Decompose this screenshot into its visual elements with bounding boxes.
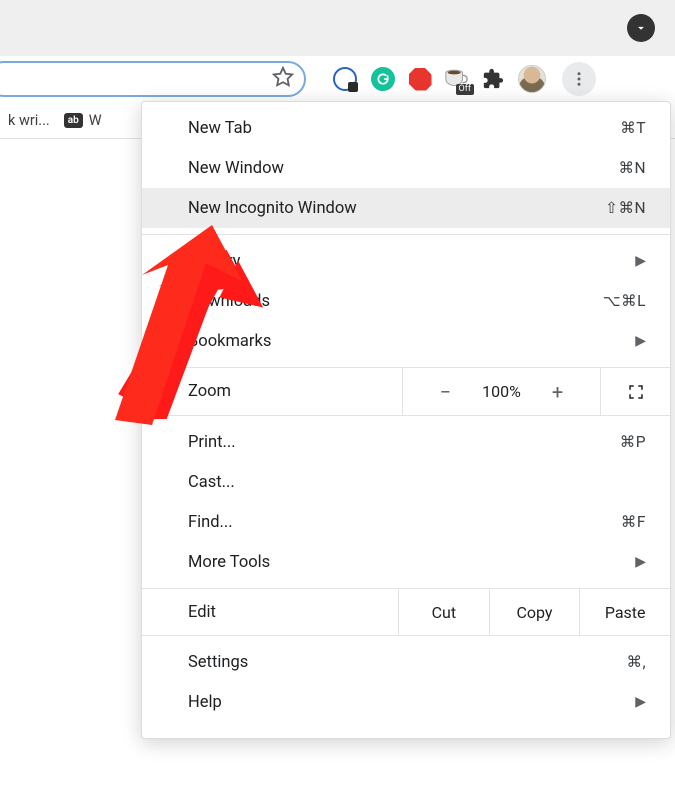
menu-settings[interactable]: Settings ⌘,	[142, 642, 670, 682]
menu-new-tab[interactable]: New Tab ⌘T	[142, 108, 670, 148]
address-bar[interactable]	[0, 61, 306, 97]
menu-edit-row: Edit Cut Copy Paste	[142, 588, 670, 636]
fullscreen-button[interactable]	[600, 368, 670, 415]
chrome-menu: New Tab ⌘T New Window ⌘N New Incognito W…	[141, 101, 671, 739]
zoom-label: Zoom	[142, 382, 402, 401]
chevron-right-icon: ▶	[635, 253, 646, 269]
zoom-value: 100%	[470, 382, 534, 401]
menu-cast[interactable]: Cast...	[142, 462, 670, 502]
bookmark-favicon: ab	[64, 113, 83, 128]
edit-cut-button[interactable]: Cut	[398, 589, 489, 635]
chevron-right-icon: ▶	[635, 694, 646, 710]
edit-copy-button[interactable]: Copy	[489, 589, 580, 635]
menu-find[interactable]: Find... ⌘F	[142, 502, 670, 542]
bookmark-item[interactable]: k wri...	[8, 112, 50, 129]
grammarly-icon[interactable]	[370, 66, 396, 92]
extension-icons: AB Off	[332, 62, 596, 96]
menu-downloads[interactable]: Downloads ⌥⌘L	[142, 281, 670, 321]
browser-toolbar: AB Off	[0, 56, 675, 102]
bookmark-label: k wri...	[8, 112, 50, 129]
menu-zoom-row: Zoom − 100% +	[142, 367, 670, 415]
menu-new-window[interactable]: New Window ⌘N	[142, 148, 670, 188]
extension-icon-1[interactable]	[332, 66, 358, 92]
banner-close-button[interactable]	[627, 14, 655, 42]
top-banner	[0, 0, 675, 56]
menu-new-incognito-window[interactable]: New Incognito Window ⇧⌘N	[142, 188, 670, 228]
chevron-right-icon: ▶	[635, 554, 646, 570]
zoom-out-button[interactable]: −	[422, 380, 470, 404]
menu-help[interactable]: Help ▶	[142, 682, 670, 722]
bookmark-star-icon[interactable]	[272, 66, 294, 92]
edit-paste-button[interactable]: Paste	[579, 589, 670, 635]
edit-label: Edit	[142, 603, 398, 622]
menu-bookmarks[interactable]: Bookmarks ▶	[142, 321, 670, 361]
chevron-right-icon: ▶	[635, 333, 646, 349]
adblock-icon[interactable]: AB	[408, 67, 432, 91]
extensions-puzzle-icon[interactable]	[480, 66, 506, 92]
zoom-in-button[interactable]: +	[534, 380, 582, 404]
profile-avatar[interactable]	[518, 65, 546, 93]
menu-more-tools[interactable]: More Tools ▶	[142, 542, 670, 582]
caffeine-icon[interactable]: Off	[444, 67, 468, 91]
menu-history[interactable]: History ▶	[142, 241, 670, 281]
bookmark-item[interactable]: ab W	[64, 112, 102, 129]
menu-print[interactable]: Print... ⌘P	[142, 422, 670, 462]
chrome-menu-button[interactable]	[562, 62, 596, 96]
bookmark-label: W	[89, 112, 102, 129]
off-badge: Off	[456, 84, 474, 95]
